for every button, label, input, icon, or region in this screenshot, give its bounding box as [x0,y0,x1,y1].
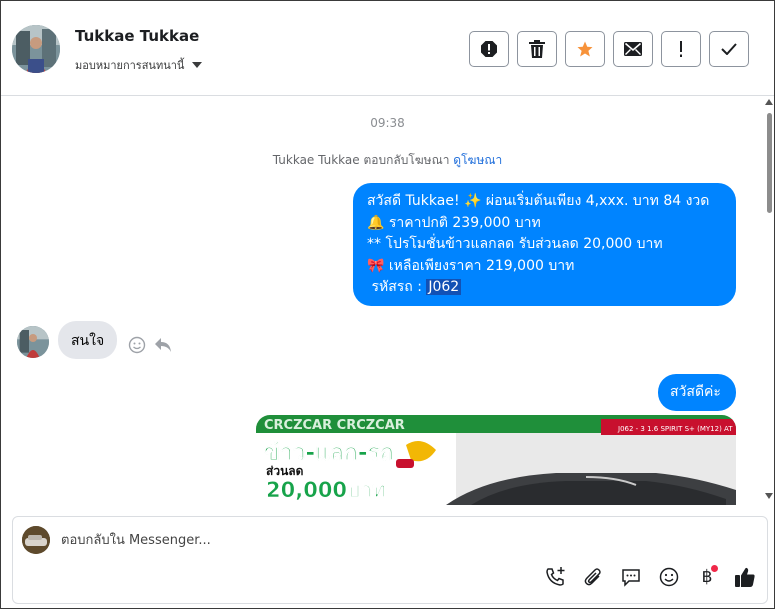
thumbs-up-icon [735,567,755,587]
promo-amount: 20,000บาท [266,478,386,502]
check-icon [721,43,737,55]
notification-dot [711,565,718,572]
message-actions [128,336,172,354]
car-code-highlight: J062 [426,279,462,295]
ad-reply-notice: Tukkae Tukkae ตอบกลับโฆษณา ดูโฆษณา [1,151,774,170]
car-code-tag: J062 - 3 1.6 SPIRIT S+ (MY12) AT [617,425,733,433]
avatar[interactable] [12,25,60,73]
avatar[interactable] [17,326,49,358]
smiley-icon [659,567,679,587]
promo-image-attachment[interactable]: CRCZCAR CRCZCAR J062 - 3 1.6 SPIRIT S+ (… [256,415,736,505]
message-line: สวัสดี Tukkae! ✨ ผ่อนเริ่มต้นเพียง 4,xxx… [367,193,710,209]
promo-image: CRCZCAR CRCZCAR J062 - 3 1.6 SPIRIT S+ (… [256,415,736,505]
trash-icon [529,40,545,58]
payment-button[interactable]: ฿ [695,565,719,589]
promo-title: ข้าว-แลก-รถ [264,440,394,466]
messenger-window: Tukkae Tukkae มอบหมายการสนทนานี้ 09:38 T… [0,0,775,609]
scroll-down-arrow[interactable] [765,493,773,499]
emoji-button[interactable] [657,565,681,589]
contact-name: Tukkae Tukkae [75,27,200,45]
mark-unread-button[interactable] [613,31,653,67]
outgoing-message[interactable]: สวัสดี Tukkae! ✨ ผ่อนเริ่มต้นเพียง 4,xxx… [353,183,736,306]
message-line: ** โปรโมชั่นข้าวแลกลด รับส่วนลด 20,000 บ… [367,236,663,252]
saved-replies-button[interactable] [619,565,643,589]
promo-discount-label: ส่วนลด [266,464,304,478]
outgoing-message[interactable]: สวัสดีค่ะ [658,374,736,411]
message-line: รหัสรถ : J062 [367,277,722,299]
mail-icon [624,42,642,56]
page-avatar [22,526,50,554]
assign-conversation-dropdown[interactable]: มอบหมายการสนทนานี้ [75,56,203,74]
call-button[interactable] [543,565,567,589]
message-timestamp: 09:38 [370,116,405,130]
scroll-up-arrow[interactable] [765,99,773,105]
reply-input[interactable] [61,530,661,550]
chevron-down-icon [192,62,203,68]
ad-reply-text: Tukkae Tukkae ตอบกลับโฆษณา [272,153,450,167]
view-ad-link[interactable]: ดูโฆษณา [453,153,502,167]
delete-button[interactable] [517,31,557,67]
assign-label: มอบหมายการสนทนานี้ [75,59,185,72]
message-composer: ฿ [12,516,768,604]
attach-button[interactable] [581,565,605,589]
incoming-message[interactable]: สนใจ [58,321,118,359]
star-button[interactable] [565,31,605,67]
mark-spam-button[interactable] [661,31,701,67]
car-code-label: รหัสรถ : [367,279,427,295]
message-line: 🎀 เหลือเพียงราคา 219,000 บาท [367,257,575,274]
banner-top-text: CRCZCAR CRCZCAR [264,418,405,433]
phone-plus-icon [546,567,565,586]
like-button[interactable] [733,565,757,589]
message-line: 🔔 ราคาปกติ 239,000 บาท [367,214,541,231]
header-actions [469,31,749,67]
smiley-icon[interactable] [128,336,146,354]
report-icon [481,41,497,57]
report-button[interactable] [469,31,509,67]
exclamation-icon [680,41,682,57]
chat-bubble-icon [622,569,640,587]
conversation-header: Tukkae Tukkae มอบหมายการสนทนานี้ [1,1,774,96]
composer-tools: ฿ [543,565,757,589]
paperclip-icon [584,568,601,586]
star-icon [577,41,593,57]
mark-done-button[interactable] [709,31,749,67]
reply-icon[interactable] [154,337,172,353]
